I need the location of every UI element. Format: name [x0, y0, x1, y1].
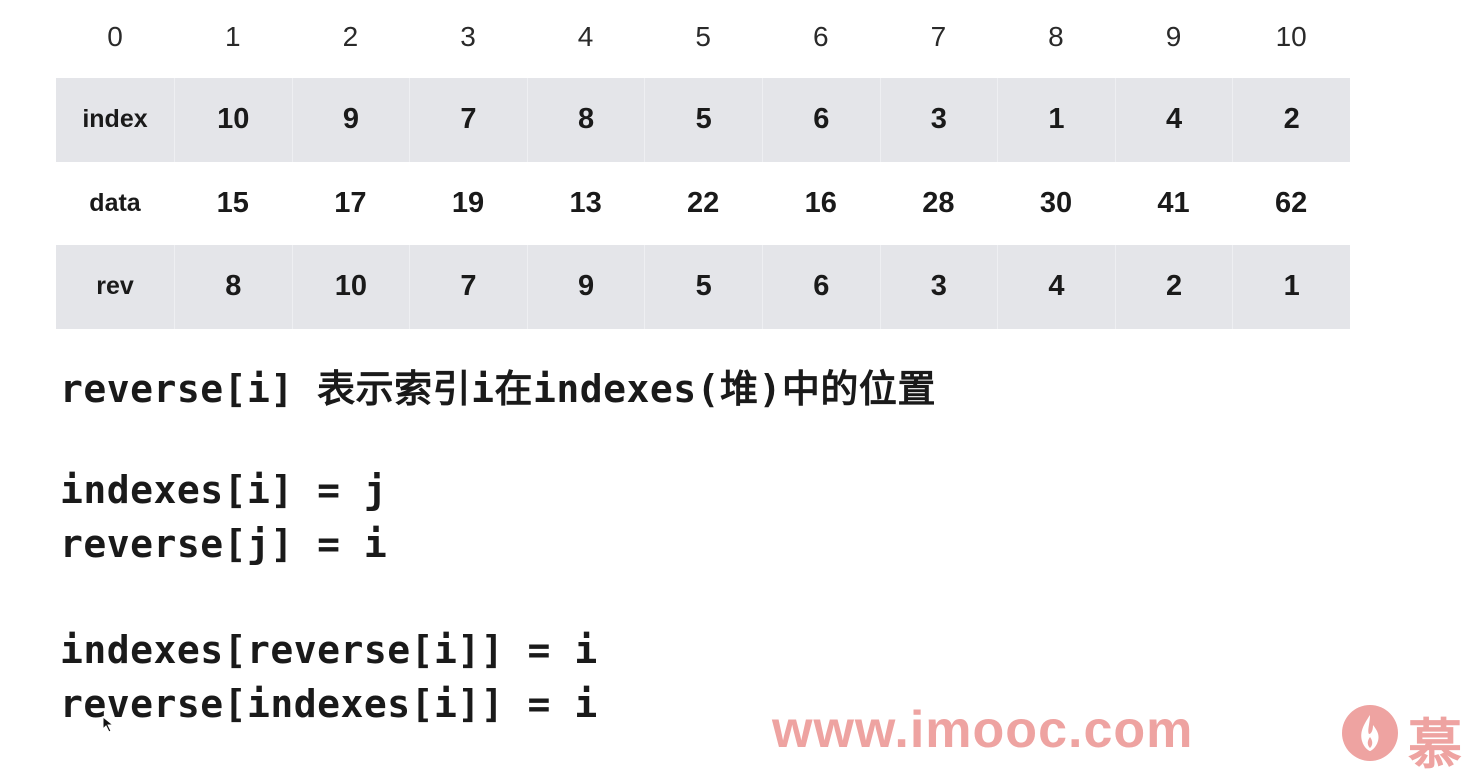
table-cell: 16 — [804, 186, 837, 219]
table-cell: 1 — [997, 78, 1115, 162]
table-cell: 8 — [174, 245, 292, 329]
table-cell: 9 — [291, 78, 410, 162]
table-cell: 6 — [761, 78, 880, 162]
table-row-data: data 15 17 19 13 22 16 28 30 41 62 — [56, 162, 1350, 246]
table-row-rev: rev 8 10 7 9 5 6 3 4 2 1 — [56, 245, 1350, 329]
position-header-cell: 1 — [225, 21, 241, 52]
table-cell: 5 — [644, 78, 762, 162]
row-label-data: data — [89, 188, 141, 217]
table-cell: 22 — [687, 186, 720, 219]
imooc-flame-logo-icon — [1342, 705, 1398, 761]
position-header-cell: 7 — [930, 21, 947, 52]
table-cell: 10 — [174, 78, 292, 162]
position-header-cell: 5 — [695, 21, 711, 52]
row-label-rev: rev — [96, 272, 134, 301]
table-cell: 4 — [997, 245, 1115, 329]
index-heap-table: index 10 9 7 8 5 6 3 1 4 2 data 15 17 19… — [56, 78, 1350, 329]
position-header-cell: 9 — [1165, 21, 1182, 52]
table-cell: 2 — [1114, 245, 1233, 329]
position-header-cell: 3 — [460, 21, 476, 52]
code-line-reverse-j: reverse[j] = i — [60, 522, 388, 566]
row-label-index: index — [82, 105, 148, 134]
table-cell: 3 — [879, 245, 998, 329]
table-cell: 10 — [291, 245, 410, 329]
table-cell: 30 — [1039, 186, 1073, 219]
table-cell: 19 — [451, 186, 485, 219]
table-cell: 13 — [569, 186, 602, 219]
code-line-indexes-reverse: indexes[reverse[i]] = i — [60, 628, 598, 672]
table-cell: 7 — [409, 245, 527, 329]
mouse-cursor-icon — [102, 715, 115, 733]
table-cell: 2 — [1232, 78, 1350, 162]
reverse-definition-text: reverse[i] 表示索引i在indexes(堆)中的位置 — [60, 367, 936, 411]
position-header-cell: 10 — [1275, 21, 1307, 52]
table-cell: 17 — [334, 186, 367, 219]
table-row-index: index 10 9 7 8 5 6 3 1 4 2 — [56, 78, 1350, 162]
table-cell: 3 — [879, 78, 998, 162]
table-cell: 1 — [1232, 245, 1350, 329]
code-line-reverse-indexes: reverse[indexes[i]] = i — [60, 682, 598, 726]
position-header-cell: 8 — [1048, 21, 1064, 52]
table-cell: 6 — [761, 245, 880, 329]
table-cell: 41 — [1157, 186, 1190, 219]
watermark-char: 慕 — [1408, 713, 1462, 776]
position-header-row: 0 1 2 3 4 5 6 7 8 9 10 — [56, 12, 1350, 62]
table-cell: 62 — [1275, 186, 1308, 219]
watermark-text: www.imooc.com — [772, 701, 1194, 759]
position-header-cell: 4 — [577, 21, 594, 52]
position-header-cell: 6 — [812, 21, 829, 52]
table-cell: 15 — [216, 186, 249, 219]
table-cell: 28 — [922, 186, 955, 219]
position-header-cell: 0 — [107, 21, 123, 52]
table-cell: 7 — [409, 78, 527, 162]
table-cell: 9 — [526, 245, 645, 329]
table-cell: 4 — [1114, 78, 1233, 162]
table-cell: 8 — [526, 78, 645, 162]
table-cell: 5 — [644, 245, 762, 329]
position-header-cell: 2 — [342, 21, 359, 52]
code-line-indexes-i: indexes[i] = j — [60, 468, 388, 512]
